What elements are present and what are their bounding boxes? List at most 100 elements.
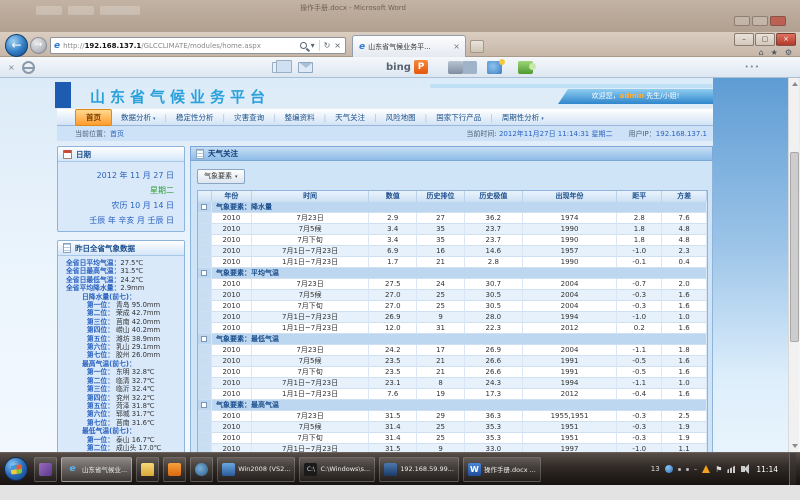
privacy-icon[interactable] [22,61,35,74]
table-cell: 27.0 [369,290,417,301]
date-panel-header: 日期 [58,147,184,162]
status-line: 当前位置：首页 当前时间: 2012年11月27日 11:14:31 星期二 用… [57,126,713,141]
divider [319,40,320,51]
maximize-button[interactable]: ▢ [755,33,775,46]
more-options-icon[interactable]: ••• [745,63,760,71]
table-row[interactable]: 20107月5候3.43523.719901.84.8 [198,224,707,235]
background-close-button[interactable] [770,16,786,26]
nav-item-7[interactable]: 风险地图 [377,112,425,123]
tray-collapse-icon[interactable]: – [694,465,698,473]
camera-icon[interactable] [448,61,463,74]
tab-close-icon[interactable]: × [451,42,462,51]
table-row[interactable]: 20107月1日~7月23日6.91614.61957-1.02.3 [198,246,707,257]
gear-icon[interactable]: ⚙ [785,48,792,57]
table-row[interactable]: 20107月下旬23.52126.61991-0.51.6 [198,367,707,378]
taskbar-button-7[interactable]: C:\C:\Windows\s... [299,457,375,482]
table-row[interactable]: 20107月23日27.52430.72004-0.72.0 [198,279,707,290]
table-row[interactable]: 20107月23日24.21726.92004-1.11.8 [198,345,707,356]
table-row[interactable]: 20107月1日~7月23日23.1824.31994-1.11.0 [198,378,707,389]
nav-item-1[interactable]: 首页 [75,109,112,126]
table-cell: 7月下旬 [252,367,370,378]
taskbar-button-4[interactable] [163,457,186,482]
scrollbar-thumb[interactable] [790,152,799,342]
people-icon[interactable] [518,61,533,74]
table-row[interactable]: 20107月5候27.02530.52004-0.31.6 [198,290,707,301]
taskbar-button-2[interactable]: e山东省气候业... [61,457,132,482]
close-button[interactable]: × [776,33,796,46]
tray-dot-icon[interactable] [686,468,689,471]
taskbar-button-6[interactable]: Win2008 (VS2... [217,457,295,482]
taskbar-button-9[interactable]: W操作手册.docx ... [463,457,541,482]
cards-icon[interactable] [272,62,286,73]
back-button[interactable]: ← [5,34,28,57]
scroll-up-icon[interactable] [790,79,799,89]
address-bar[interactable]: e http://192.168.137.1/GLCCLIMATE/module… [50,37,346,54]
checkbox[interactable] [201,402,207,408]
nav-item-5[interactable]: 整编资料 [276,112,324,123]
table-row[interactable]: 20101月1日~7月23日7.61917.32012-0.41.6 [198,389,707,400]
background-maximize-button[interactable] [752,16,768,26]
table-row[interactable]: 20107月23日31.52936.31955,1951-0.32.5 [198,411,707,422]
refresh-icon[interactable]: ↻ [324,41,331,50]
tray-dot-icon[interactable] [678,468,681,471]
table-row[interactable]: 20107月1日~7月23日31.5933.01997-1.01.1 [198,444,707,452]
taskbar-button-8[interactable]: 192.168.59.99... [379,457,459,482]
table-cell: 36.3 [465,411,523,422]
nav-item-4[interactable]: 灾害查询 [225,112,273,123]
mail-icon[interactable] [298,62,313,73]
favorites-star-icon[interactable]: ★ [771,48,778,57]
forward-button[interactable]: → [30,37,47,54]
background-minimize-button[interactable] [734,16,750,26]
search-caret-icon[interactable]: ▾ [311,41,315,50]
home-icon[interactable]: ⌂ [759,48,764,57]
alert-shield-icon[interactable] [702,465,710,473]
table-cell: 17 [417,345,465,356]
table-row[interactable]: 20107月下旬31.42535.31951-0.31.9 [198,433,707,444]
taskbar-button-3[interactable] [136,457,159,482]
network-icon[interactable] [727,465,736,473]
table-row[interactable]: 20107月下旬27.02530.52004-0.31.6 [198,301,707,312]
scroll-down-icon[interactable] [790,441,799,451]
taskbar-button-1[interactable] [34,457,57,482]
clock[interactable]: 11:14 [750,465,784,474]
table-cell: -1.0 [617,246,662,257]
table-cell: 2010 [212,312,252,323]
table-row[interactable]: 20107月5候31.42535.31951-0.31.9 [198,422,707,433]
taskbar-button-5[interactable] [190,457,213,482]
vertical-scrollbar[interactable] [788,78,799,452]
checkbox[interactable] [201,336,207,342]
minimize-button[interactable]: – [734,33,754,46]
table-row[interactable]: 20107月1日~7月23日26.9928.01994-1.01.0 [198,312,707,323]
nav-item-2[interactable]: 数据分析▾ [112,112,165,123]
table-row[interactable]: 20101月1日~7月23日12.03122.320120.21.6 [198,323,707,334]
checkbox[interactable] [201,204,207,210]
table-row[interactable]: 20101月1日~7月23日1.7212.81990-0.10.4 [198,257,707,268]
volume-icon[interactable] [741,466,745,472]
table-cell: 2.0 [662,279,707,290]
table-row[interactable]: 20107月下旬3.43523.719901.84.8 [198,235,707,246]
nav-item-6[interactable]: 天气关注 [326,112,374,123]
table-row[interactable]: 20107月5候23.52126.61991-0.51.6 [198,356,707,367]
nav-item-8[interactable]: 国家下行产品 [427,112,490,123]
sparkle-icon[interactable] [487,61,502,74]
table-cell: 1.9 [662,422,707,433]
checkbox[interactable] [201,270,207,276]
start-button[interactable] [4,457,28,481]
toolbar-close-icon[interactable]: × [8,63,15,72]
show-desktop-button[interactable] [789,453,796,486]
table-row[interactable]: 20107月23日2.92736.219742.87.6 [198,213,707,224]
new-tab-button[interactable] [470,40,484,53]
tray-app-icon[interactable] [665,465,673,473]
bing-logo[interactable]: bing [386,62,411,73]
nav-item-3[interactable]: 稳定性分析 [167,112,223,123]
browser-tab[interactable]: e 山东省气候业务平... × [352,35,466,57]
nav-item-9[interactable]: 周期性分析▾ [493,112,553,123]
bing-badge-icon[interactable]: P [414,60,428,74]
search-icon[interactable] [300,42,307,49]
action-center-flag-icon[interactable]: ⚑ [715,465,722,474]
table-cell: -0.3 [617,290,662,301]
table-cell: 气象要素：降水量 [212,202,707,213]
stop-icon[interactable]: × [334,41,341,50]
element-dropdown-button[interactable]: 气象要素▾ [197,169,245,184]
table-cell: 3.4 [369,224,417,235]
